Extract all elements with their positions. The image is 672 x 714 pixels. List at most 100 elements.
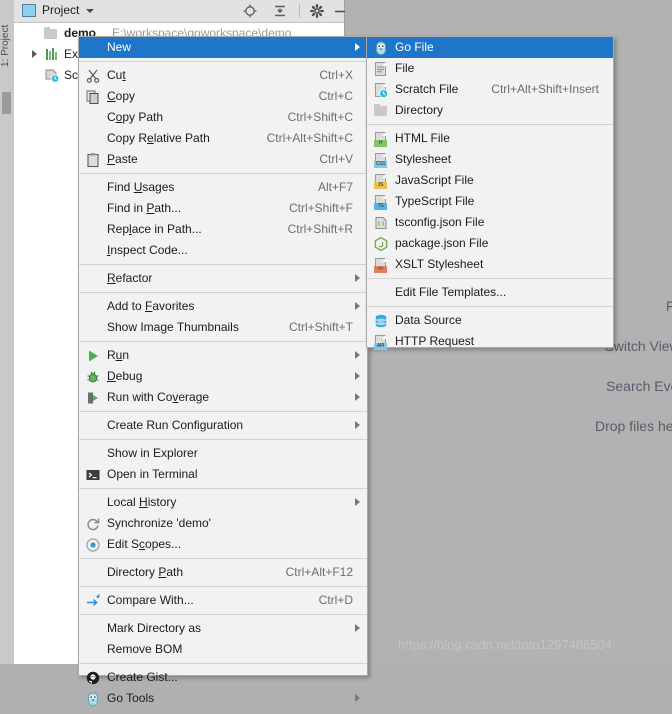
context-menu-item-go-tools[interactable]: Go Tools [79, 688, 367, 709]
tsconfig-icon [373, 215, 389, 231]
context-menu-item-synchronize-demo[interactable]: Synchronize 'demo' [79, 513, 367, 534]
gear-icon[interactable] [309, 3, 325, 19]
scrollbar-thumb[interactable] [2, 92, 11, 114]
menu-item-label: Data Source [395, 313, 462, 327]
context-menu-item-cut[interactable]: Cut Ctrl+X [79, 65, 367, 86]
collapse-all-icon[interactable] [272, 3, 288, 19]
menu-separator [79, 61, 367, 62]
menu-item-shortcut: Ctrl+Shift+R [287, 222, 353, 236]
chevron-right-icon [355, 372, 360, 380]
menu-item-shortcut: Ctrl+D [318, 593, 353, 607]
menu-item-label: TypeScript File [395, 194, 475, 208]
menu-separator [79, 264, 367, 265]
menu-item-label: Scratch File [395, 82, 459, 96]
menu-item-shortcut: Alt+F7 [317, 180, 353, 194]
context-menu-item-edit-scopes[interactable]: Edit Scopes... [79, 534, 367, 555]
new-submenu-item-tsconfig-json-file[interactable]: tsconfig.json File [367, 212, 613, 233]
context-menu-item-inspect-code[interactable]: Inspect Code... [79, 240, 367, 261]
locate-icon[interactable] [242, 3, 258, 19]
new-submenu-item-typescript-file[interactable]: TS TypeScript File [367, 191, 613, 212]
context-menu-item-compare-with[interactable]: Compare With... Ctrl+D [79, 590, 367, 611]
context-menu-item-mark-directory-as[interactable]: Mark Directory as [79, 618, 367, 639]
context-menu-item-open-in-terminal[interactable]: Open in Terminal [79, 464, 367, 485]
new-submenu[interactable]: Go File File Scratch File Ctrl+Alt+Shift+In… [366, 36, 614, 350]
toolbar-divider [299, 4, 300, 18]
new-submenu-item-data-source[interactable]: Data Source [367, 310, 613, 331]
menu-item-shortcut: Ctrl+Alt+F12 [285, 565, 353, 579]
new-submenu-item-scratch-file[interactable]: Scratch File Ctrl+Alt+Shift+Insert [367, 79, 613, 100]
context-menu-item-new[interactable]: New [79, 37, 367, 58]
context-menu-item-debug[interactable]: Debug [79, 366, 367, 387]
js-file-icon: JS [373, 173, 389, 189]
context-menu-item-replace-in-path[interactable]: Replace in Path... Ctrl+Shift+R [79, 219, 367, 240]
new-submenu-item-http-request[interactable]: API HTTP Request [367, 331, 613, 352]
context-menu-item-copy-relative-path[interactable]: Copy Relative Path Ctrl+Alt+Shift+C [79, 128, 367, 149]
gopher-icon [373, 40, 389, 56]
menu-separator [367, 124, 613, 125]
menu-separator [79, 488, 367, 489]
context-menu[interactable]: New Cut Ctrl+X Copy Ctrl+C Copy Path Ctrl+Shif… [78, 36, 368, 706]
new-submenu-item-html-file[interactable]: H HTML File [367, 128, 613, 149]
context-menu-item-refactor[interactable]: Refactor [79, 268, 367, 289]
tool-window-tab-project[interactable]: 1: Project [0, 6, 14, 86]
sync-icon [85, 516, 101, 532]
new-submenu-item-file[interactable]: File [367, 58, 613, 79]
context-menu-item-create-gist[interactable]: Create Gist... [79, 667, 367, 688]
context-menu-item-paste[interactable]: Paste Ctrl+V [79, 149, 367, 170]
menu-separator [79, 173, 367, 174]
context-menu-item-show-in-explorer[interactable]: Show in Explorer [79, 443, 367, 464]
chevron-right-icon [355, 393, 360, 401]
menu-item-shortcut: Ctrl+Shift+F [288, 201, 353, 215]
context-menu-item-run[interactable]: Run [79, 345, 367, 366]
chevron-right-icon [355, 624, 360, 632]
menu-item-shortcut: Ctrl+Shift+C [287, 110, 353, 124]
context-menu-item-remove-bom[interactable]: Remove BOM [79, 639, 367, 660]
menu-item-label: Local History [107, 495, 177, 509]
context-menu-item-run-with-coverage[interactable]: Run with Coverage [79, 387, 367, 408]
hint-line-5: Search Everywh [606, 378, 672, 394]
menu-item-shortcut: Ctrl+X [319, 68, 353, 82]
new-submenu-item-go-file[interactable]: Go File [367, 37, 613, 58]
scratch-file-icon [373, 82, 389, 99]
menu-item-label: Directory [395, 103, 444, 117]
chevron-right-icon [355, 351, 360, 359]
menu-item-label: New [107, 40, 132, 54]
debug-icon [85, 369, 101, 385]
folder-icon [373, 103, 389, 119]
context-menu-item-copy[interactable]: Copy Ctrl+C [79, 86, 367, 107]
terminal-icon [85, 467, 101, 483]
new-submenu-item-javascript-file[interactable]: JS JavaScript File [367, 170, 613, 191]
github-icon [85, 670, 101, 686]
chevron-down-icon[interactable] [86, 9, 94, 13]
menu-item-label: XSLT Stylesheet [395, 257, 484, 271]
new-submenu-item-directory[interactable]: Directory [367, 100, 613, 121]
menu-item-label: JavaScript File [395, 173, 474, 187]
chevron-right-icon [355, 274, 360, 282]
context-menu-item-find-usages[interactable]: Find Usages Alt+F7 [79, 177, 367, 198]
new-submenu-item-edit-file-templates[interactable]: Edit File Templates... [367, 282, 613, 303]
menu-separator [79, 586, 367, 587]
context-menu-item-local-history[interactable]: Local History [79, 492, 367, 513]
menu-separator [79, 411, 367, 412]
context-menu-item-copy-path[interactable]: Copy Path Ctrl+Shift+C [79, 107, 367, 128]
new-submenu-item-package-json-file[interactable]: package.json File [367, 233, 613, 254]
new-submenu-item-xslt-stylesheet[interactable]: <> XSLT Stylesheet [367, 254, 613, 275]
datasource-icon [373, 313, 389, 329]
context-menu-item-create-run-configuration[interactable]: Create Run Configuration [79, 415, 367, 436]
context-menu-item-directory-path[interactable]: Directory Path Ctrl+Alt+F12 [79, 562, 367, 583]
new-submenu-item-stylesheet[interactable]: CSS Stylesheet [367, 149, 613, 170]
context-menu-item-find-in-path[interactable]: Find in Path... Ctrl+Shift+F [79, 198, 367, 219]
chevron-right-icon [355, 302, 360, 310]
html-file-icon: H [373, 131, 389, 147]
menu-item-label: Replace in Path... [107, 222, 202, 236]
hide-icon[interactable] [332, 3, 348, 19]
context-menu-item-show-image-thumbnails[interactable]: Show Image Thumbnails Ctrl+Shift+T [79, 317, 367, 338]
context-menu-item-add-to-favorites[interactable]: Add to Favorites [79, 296, 367, 317]
scratches-icon [45, 69, 60, 83]
menu-item-label: Open in Terminal [107, 467, 198, 481]
menu-item-label: Mark Directory as [107, 621, 202, 635]
menu-item-shortcut: Ctrl+Alt+Shift+C [266, 131, 353, 145]
cut-icon [85, 68, 101, 84]
menu-separator [79, 558, 367, 559]
expand-arrow-icon[interactable] [32, 50, 37, 58]
